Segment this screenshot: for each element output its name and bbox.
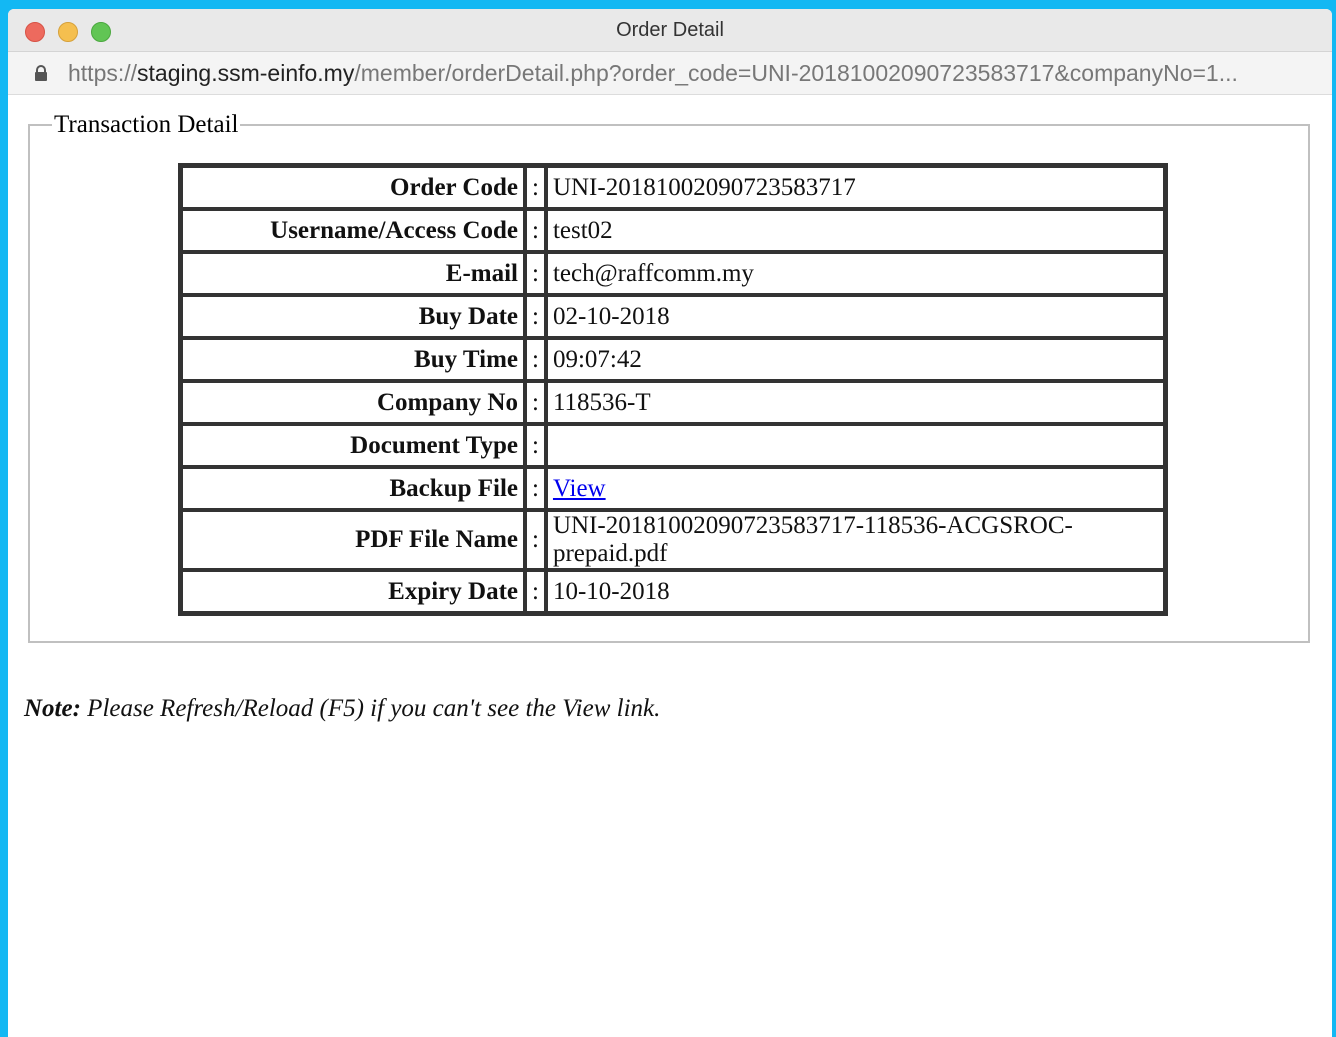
table-row-document-type: Document Type : — [181, 424, 1165, 467]
table-row-backup-file: Backup File : View — [181, 467, 1165, 510]
table-row-email: E-mail : tech@raffcomm.my — [181, 252, 1165, 295]
row-value — [545, 424, 1165, 467]
browser-window: Order Detail https://staging.ssm-einfo.m… — [8, 9, 1332, 1037]
row-value: View — [545, 467, 1165, 510]
table-row-buy-date: Buy Date : 02-10-2018 — [181, 295, 1165, 338]
transaction-detail-legend: Transaction Detail — [54, 111, 239, 138]
row-value: 118536-T — [545, 381, 1165, 424]
table-row-expiry-date: Expiry Date : 10-10-2018 — [181, 570, 1165, 613]
row-separator: : — [525, 166, 546, 209]
row-value: test02 — [545, 209, 1165, 252]
row-separator: : — [525, 381, 546, 424]
row-label: Buy Date — [181, 295, 525, 338]
row-separator: : — [525, 570, 546, 613]
row-separator: : — [525, 510, 546, 570]
row-separator: : — [525, 209, 546, 252]
row-label: Buy Time — [181, 338, 525, 381]
row-value: 02-10-2018 — [545, 295, 1165, 338]
address-bar[interactable]: https://staging.ssm-einfo.my/member/orde… — [8, 52, 1332, 95]
lock-icon — [35, 65, 47, 81]
row-label: Company No — [181, 381, 525, 424]
row-value: 09:07:42 — [545, 338, 1165, 381]
note-prefix: Note: — [24, 695, 81, 722]
row-label: PDF File Name — [181, 510, 525, 570]
transaction-detail-fieldset: Transaction Detail Order Code : UNI-2018… — [28, 111, 1310, 643]
table-row-username: Username/Access Code : test02 — [181, 209, 1165, 252]
row-separator: : — [525, 252, 546, 295]
row-value: UNI-20181002090723583717-118536-ACGSROC-… — [545, 510, 1165, 570]
row-value: UNI-20181002090723583717 — [545, 166, 1165, 209]
row-separator: : — [525, 295, 546, 338]
row-value: 10-10-2018 — [545, 570, 1165, 613]
table-row-buy-time: Buy Time : 09:07:42 — [181, 338, 1165, 381]
page-content: Transaction Detail Order Code : UNI-2018… — [8, 95, 1332, 1037]
transaction-detail-table: Order Code : UNI-20181002090723583717 Us… — [178, 163, 1168, 616]
url-path: /member/orderDetail.php?order_code=UNI-2… — [354, 60, 1238, 86]
view-backup-file-link[interactable]: View — [553, 475, 606, 502]
table-row-pdf-file-name: PDF File Name : UNI-20181002090723583717… — [181, 510, 1165, 570]
window-title: Order Detail — [616, 19, 724, 41]
row-label: Order Code — [181, 166, 525, 209]
row-label: Document Type — [181, 424, 525, 467]
table-row-company-no: Company No : 118536-T — [181, 381, 1165, 424]
row-label: Backup File — [181, 467, 525, 510]
url-host: staging.ssm-einfo.my — [137, 60, 355, 86]
note-text: Please Refresh/Reload (F5) if you can't … — [80, 695, 661, 722]
row-label: Username/Access Code — [181, 209, 525, 252]
row-label: E-mail — [181, 252, 525, 295]
row-separator: : — [525, 338, 546, 381]
url-text[interactable]: https://staging.ssm-einfo.my/member/orde… — [68, 60, 1238, 87]
row-separator: : — [525, 467, 546, 510]
refresh-note: Note: Please Refresh/Reload (F5) if you … — [24, 695, 660, 723]
row-value: tech@raffcomm.my — [545, 252, 1165, 295]
table-row-order-code: Order Code : UNI-20181002090723583717 — [181, 166, 1165, 209]
title-bar: Order Detail — [8, 9, 1332, 52]
row-label: Expiry Date — [181, 570, 525, 613]
url-scheme: https:// — [68, 60, 138, 86]
row-separator: : — [525, 424, 546, 467]
pdf-file-name-text: UNI-20181002090723583717-118536-ACGSROC-… — [552, 512, 1073, 567]
